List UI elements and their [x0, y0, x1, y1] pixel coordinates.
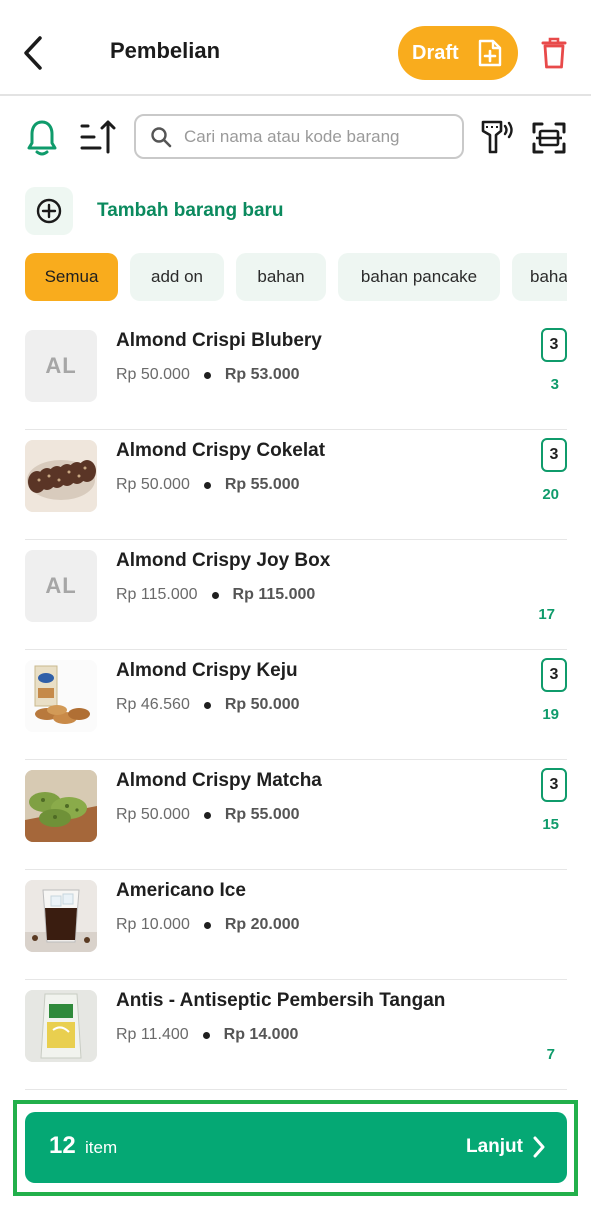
product-row[interactable]: AL Almond Crispi Blubery Rp 50.000 Rp 53…: [25, 320, 567, 430]
buy-price: Rp 115.000: [116, 586, 198, 603]
app-header: Pembelian Draft: [0, 0, 591, 96]
buy-price: Rp 50.000: [116, 366, 190, 383]
price-separator: [202, 1031, 210, 1039]
continue-button[interactable]: 12 item Lanjut: [25, 1112, 567, 1183]
quantity-badge[interactable]: 3: [541, 328, 567, 362]
product-thumbnail: [25, 880, 97, 952]
cookies-photo: [25, 440, 97, 512]
search-icon: [151, 126, 172, 147]
add-document-icon: [478, 39, 502, 67]
search-placeholder: Cari nama atau kode barang: [184, 126, 400, 146]
draft-button[interactable]: Draft: [398, 26, 518, 80]
price-separator: [203, 811, 211, 819]
chip-bahan-partial[interactable]: baha: [512, 253, 567, 301]
product-name: Almond Crispy Keju: [116, 660, 298, 681]
sell-price: Rp 14.000: [223, 1026, 299, 1043]
product-prices: Rp 46.560 Rp 50.000: [116, 696, 300, 714]
product-thumbnail: AL: [25, 550, 97, 622]
sort-icon[interactable]: [78, 118, 116, 156]
chip-bahan[interactable]: bahan: [236, 253, 326, 301]
product-row[interactable]: AL Almond Crispy Joy Box Rp 115.000 Rp 1…: [25, 540, 567, 650]
quantity-badge[interactable]: 3: [541, 658, 567, 692]
buy-price: Rp 11.400: [116, 1026, 189, 1043]
product-row[interactable]: Almond Crispy Keju Rp 46.560 Rp 50.000 3…: [25, 650, 567, 760]
draft-label: Draft: [412, 41, 459, 64]
search-input[interactable]: Cari nama atau kode barang: [134, 114, 464, 159]
product-thumbnail: [25, 770, 97, 842]
sell-price: Rp 115.000: [232, 586, 316, 603]
price-separator: [203, 481, 211, 489]
continue-label: Lanjut: [466, 1136, 523, 1157]
quantity-badge[interactable]: 3: [541, 438, 567, 472]
product-prices: Rp 50.000 Rp 53.000: [116, 366, 300, 384]
product-thumbnail: [25, 990, 97, 1062]
stock-count: 7: [546, 1046, 555, 1063]
sanitizer-photo: [25, 990, 97, 1062]
product-thumbnail: [25, 440, 97, 512]
sell-price: Rp 55.000: [224, 476, 300, 493]
product-thumbnail: [25, 660, 97, 732]
trash-icon[interactable]: [540, 36, 568, 70]
price-separator: [203, 921, 211, 929]
back-arrow-icon[interactable]: [18, 34, 52, 72]
sell-price: Rp 55.000: [224, 806, 300, 823]
product-name: Antis - Antiseptic Pembersih Tangan: [116, 990, 446, 1011]
product-name: Almond Crispy Joy Box: [116, 550, 331, 571]
product-name: Almond Crispy Matcha: [116, 770, 322, 791]
product-initials: AL: [45, 573, 77, 598]
sell-price: Rp 53.000: [224, 366, 300, 383]
chip-semua[interactable]: Semua: [25, 253, 118, 301]
product-row[interactable]: Almond Crispy Cokelat Rp 50.000 Rp 55.00…: [25, 430, 567, 540]
quantity-badge[interactable]: 3: [541, 768, 567, 802]
buy-price: Rp 50.000: [116, 476, 190, 493]
bell-icon[interactable]: [26, 118, 58, 158]
product-prices: Rp 11.400 Rp 14.000: [116, 1026, 298, 1044]
product-prices: Rp 115.000 Rp 115.000: [116, 586, 315, 604]
stock-count: 19: [542, 706, 559, 723]
product-initials: AL: [45, 353, 77, 378]
barcode-scanner-icon[interactable]: [480, 118, 516, 156]
product-prices: Rp 50.000 Rp 55.000: [116, 806, 300, 824]
scan-frame-icon[interactable]: [532, 122, 566, 154]
product-row[interactable]: Almond Crispy Matcha Rp 50.000 Rp 55.000…: [25, 760, 567, 870]
chevron-right-icon: [533, 1136, 545, 1158]
page-title: Pembelian: [110, 38, 221, 63]
stock-count: 3: [550, 376, 559, 393]
chip-bahan-pancake[interactable]: bahan pancake: [338, 253, 500, 301]
price-separator: [211, 591, 219, 599]
buy-price: Rp 46.560: [116, 696, 190, 713]
item-count-unit: item: [85, 1138, 118, 1157]
product-name: Almond Crispi Blubery: [116, 330, 322, 351]
matcha-photo: [25, 770, 97, 842]
product-name: Americano Ice: [116, 880, 246, 901]
product-name: Almond Crispy Cokelat: [116, 440, 326, 461]
stock-count: 20: [542, 486, 559, 503]
box-photo: [25, 660, 97, 732]
stock-count: 17: [538, 606, 555, 623]
buy-price: Rp 50.000: [116, 806, 190, 823]
sell-price: Rp 20.000: [224, 916, 300, 933]
stock-count: 15: [542, 816, 559, 833]
sell-price: Rp 50.000: [224, 696, 300, 713]
coffee-photo: [25, 880, 97, 952]
product-prices: Rp 50.000 Rp 55.000: [116, 476, 300, 494]
product-row[interactable]: Antis - Antiseptic Pembersih Tangan Rp 1…: [25, 980, 567, 1090]
product-thumbnail: AL: [25, 330, 97, 402]
buy-price: Rp 10.000: [116, 916, 190, 933]
add-item-label[interactable]: Tambah barang baru: [97, 200, 284, 222]
category-chips: Semua add on bahan bahan pancake baha: [25, 253, 567, 301]
add-item-button[interactable]: [25, 187, 73, 235]
item-count: 12: [49, 1132, 76, 1159]
chip-add-on[interactable]: add on: [130, 253, 224, 301]
plus-circle-icon: [36, 198, 62, 224]
price-separator: [203, 371, 211, 379]
product-row[interactable]: Americano Ice Rp 10.000 Rp 20.000: [25, 870, 567, 980]
price-separator: [203, 701, 211, 709]
product-prices: Rp 10.000 Rp 20.000: [116, 916, 300, 934]
